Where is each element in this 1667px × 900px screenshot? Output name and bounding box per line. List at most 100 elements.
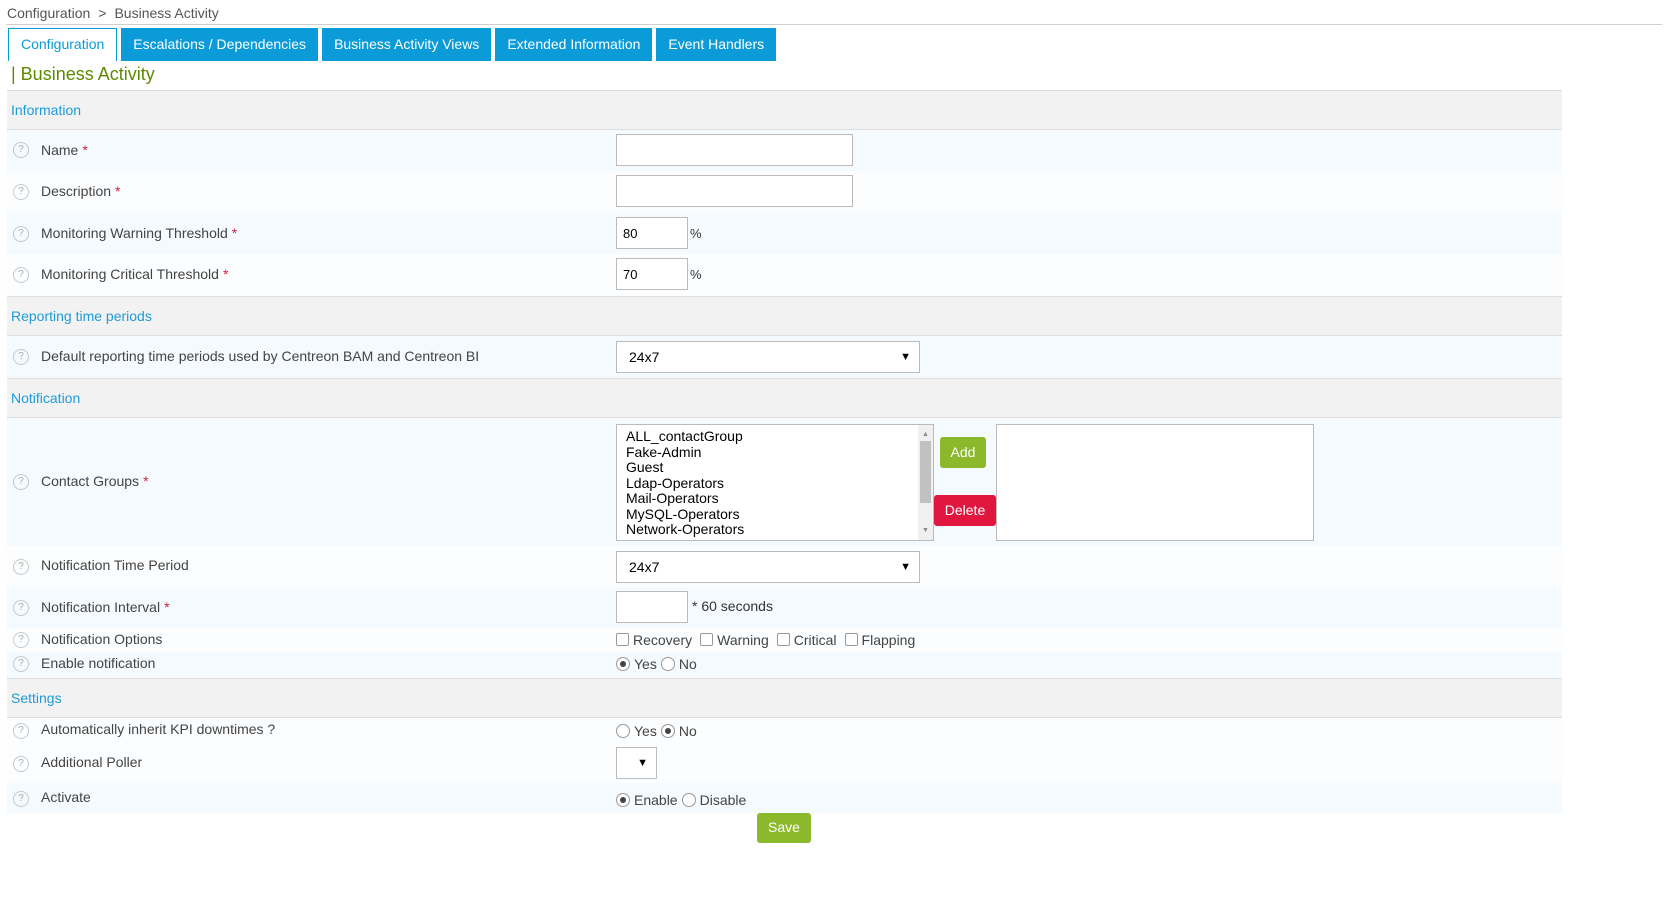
notification-interval-input[interactable]	[616, 591, 688, 623]
enable-notification-label: Enable notification	[41, 655, 156, 671]
reporting-period-value: 24x7	[629, 349, 660, 365]
list-item[interactable]: ALL_contactGroup	[626, 428, 933, 445]
required-mark: *	[231, 225, 238, 241]
percent-unit: %	[690, 225, 702, 241]
row-activate: ? Activate Enable Disable	[7, 783, 1562, 813]
section-reporting-title: Reporting time periods	[11, 308, 152, 324]
tab-bar: Configuration Escalations / Dependencies…	[8, 28, 780, 61]
help-icon[interactable]: ?	[13, 723, 29, 739]
contact-groups-available-list[interactable]: ALL_contactGroup Fake-Admin Guest Ldap-O…	[616, 424, 934, 541]
reporting-period-select[interactable]: 24x7 ▼	[616, 341, 920, 373]
notification-interval-label: Notification Interval *	[41, 599, 170, 615]
tab-configuration[interactable]: Configuration	[8, 28, 118, 61]
inherit-downtimes-yes-radio[interactable]	[616, 724, 630, 738]
critical-option-label: Critical	[793, 632, 837, 648]
chevron-down-icon: ▼	[900, 351, 911, 363]
section-information: Information	[7, 90, 1562, 130]
activate-label: Activate	[41, 789, 91, 805]
inherit-downtimes-no-label: No	[678, 723, 697, 739]
inherit-downtimes-label: Automatically inherit KPI downtimes ?	[41, 721, 276, 737]
list-item[interactable]: MySQL-Operators	[626, 506, 933, 523]
flapping-checkbox[interactable]	[844, 633, 858, 646]
help-icon[interactable]: ?	[13, 791, 29, 807]
section-settings-title: Settings	[11, 690, 62, 706]
tab-business-activity-views[interactable]: Business Activity Views	[322, 28, 492, 61]
help-icon[interactable]: ?	[13, 632, 29, 648]
help-icon[interactable]: ?	[13, 474, 29, 490]
recovery-option-label: Recovery	[633, 632, 693, 648]
help-icon[interactable]: ?	[13, 559, 29, 575]
row-contact-groups: ? Contact Groups * ALL_contactGroup Fake-…	[7, 418, 1562, 546]
section-reporting: Reporting time periods	[7, 296, 1562, 336]
help-icon[interactable]: ?	[13, 349, 29, 365]
delete-button[interactable]: Delete	[934, 495, 996, 526]
breadcrumb-root[interactable]: Configuration	[7, 5, 90, 21]
reporting-period-label: Default reporting time periods used by C…	[41, 348, 480, 364]
help-icon[interactable]: ?	[13, 600, 29, 616]
warning-threshold-input[interactable]	[616, 217, 688, 249]
section-notification: Notification	[7, 378, 1562, 418]
critical-checkbox[interactable]	[776, 633, 790, 646]
description-label: Description *	[41, 183, 121, 199]
breadcrumb-current: Business Activity	[114, 5, 219, 21]
recovery-checkbox[interactable]	[616, 633, 629, 646]
activate-disable-radio[interactable]	[681, 793, 696, 807]
enable-notification-yes-radio[interactable]	[616, 657, 630, 671]
additional-poller-select[interactable]: ▼	[616, 747, 657, 779]
section-information-title: Information	[11, 102, 82, 118]
warning-option-label: Warning	[717, 632, 769, 648]
help-icon[interactable]: ?	[13, 142, 29, 158]
description-input[interactable]	[616, 175, 853, 207]
activate-disable-label: Disable	[699, 792, 747, 808]
name-input[interactable]	[616, 134, 853, 166]
scrollbar[interactable]: ▲ ▼	[918, 425, 933, 540]
list-item[interactable]: Ldap-Operators	[626, 475, 933, 492]
tab-event-handlers[interactable]: Event Handlers	[656, 28, 777, 61]
list-item[interactable]: Network-Operators	[626, 521, 933, 538]
notification-options-label: Notification Options	[41, 631, 163, 647]
tab-escalations-dependencies[interactable]: Escalations / Dependencies	[121, 28, 319, 61]
row-notification-period: ? Notification Time Period 24x7 ▼	[7, 546, 1562, 587]
enable-notification-no-label: No	[678, 656, 697, 672]
inherit-downtimes-no-radio[interactable]	[660, 724, 675, 738]
scrollbar-thumb[interactable]	[920, 441, 931, 503]
chevron-down-icon: ▼	[637, 757, 648, 769]
help-icon[interactable]: ?	[13, 267, 29, 283]
row-name: ? Name *	[7, 130, 1562, 171]
required-mark: *	[143, 473, 149, 489]
chevron-down-icon: ▼	[900, 561, 911, 573]
tab-extended-information[interactable]: Extended Information	[495, 28, 653, 61]
row-notification-options: ? Notification Options Recovery Warning Cr…	[7, 628, 1562, 652]
notification-interval-suffix: * 60 seconds	[692, 597, 773, 614]
inherit-downtimes-yes-label: Yes	[634, 723, 657, 739]
name-label: Name *	[41, 142, 88, 158]
list-item[interactable]: Mail-Operators	[626, 490, 933, 507]
required-mark: *	[222, 266, 229, 282]
add-button[interactable]: Add	[940, 437, 986, 468]
required-mark: *	[82, 142, 88, 158]
percent-unit: %	[690, 266, 702, 282]
help-icon[interactable]: ?	[13, 756, 29, 772]
notification-period-select[interactable]: 24x7 ▼	[616, 551, 920, 583]
list-item[interactable]: Fake-Admin	[626, 444, 933, 461]
save-button[interactable]: Save	[757, 813, 811, 843]
row-warning-threshold: ? Monitoring Warning Threshold* %	[7, 213, 1562, 254]
list-item[interactable]: Guest	[626, 459, 933, 476]
row-enable-notification: ? Enable notification Yes No	[7, 652, 1562, 678]
section-settings: Settings	[7, 678, 1562, 718]
help-icon[interactable]: ?	[13, 226, 29, 242]
notification-period-value: 24x7	[629, 559, 660, 575]
critical-threshold-label: Monitoring Critical Threshold *	[41, 266, 229, 282]
critical-threshold-input[interactable]	[616, 258, 688, 290]
contact-groups-selected-list[interactable]	[996, 424, 1314, 541]
required-mark: *	[164, 599, 170, 615]
help-icon[interactable]: ?	[13, 184, 29, 200]
breadcrumb-separator: >	[98, 5, 107, 21]
warning-checkbox[interactable]	[700, 633, 714, 646]
help-icon[interactable]: ?	[13, 656, 29, 672]
row-inherit-downtimes: ? Automatically inherit KPI downtimes ? …	[7, 718, 1562, 746]
scroll-down-icon[interactable]: ▼	[922, 523, 929, 539]
activate-enable-radio[interactable]	[616, 793, 630, 807]
enable-notification-no-radio[interactable]	[660, 657, 675, 671]
enable-notification-yes-label: Yes	[634, 656, 657, 672]
